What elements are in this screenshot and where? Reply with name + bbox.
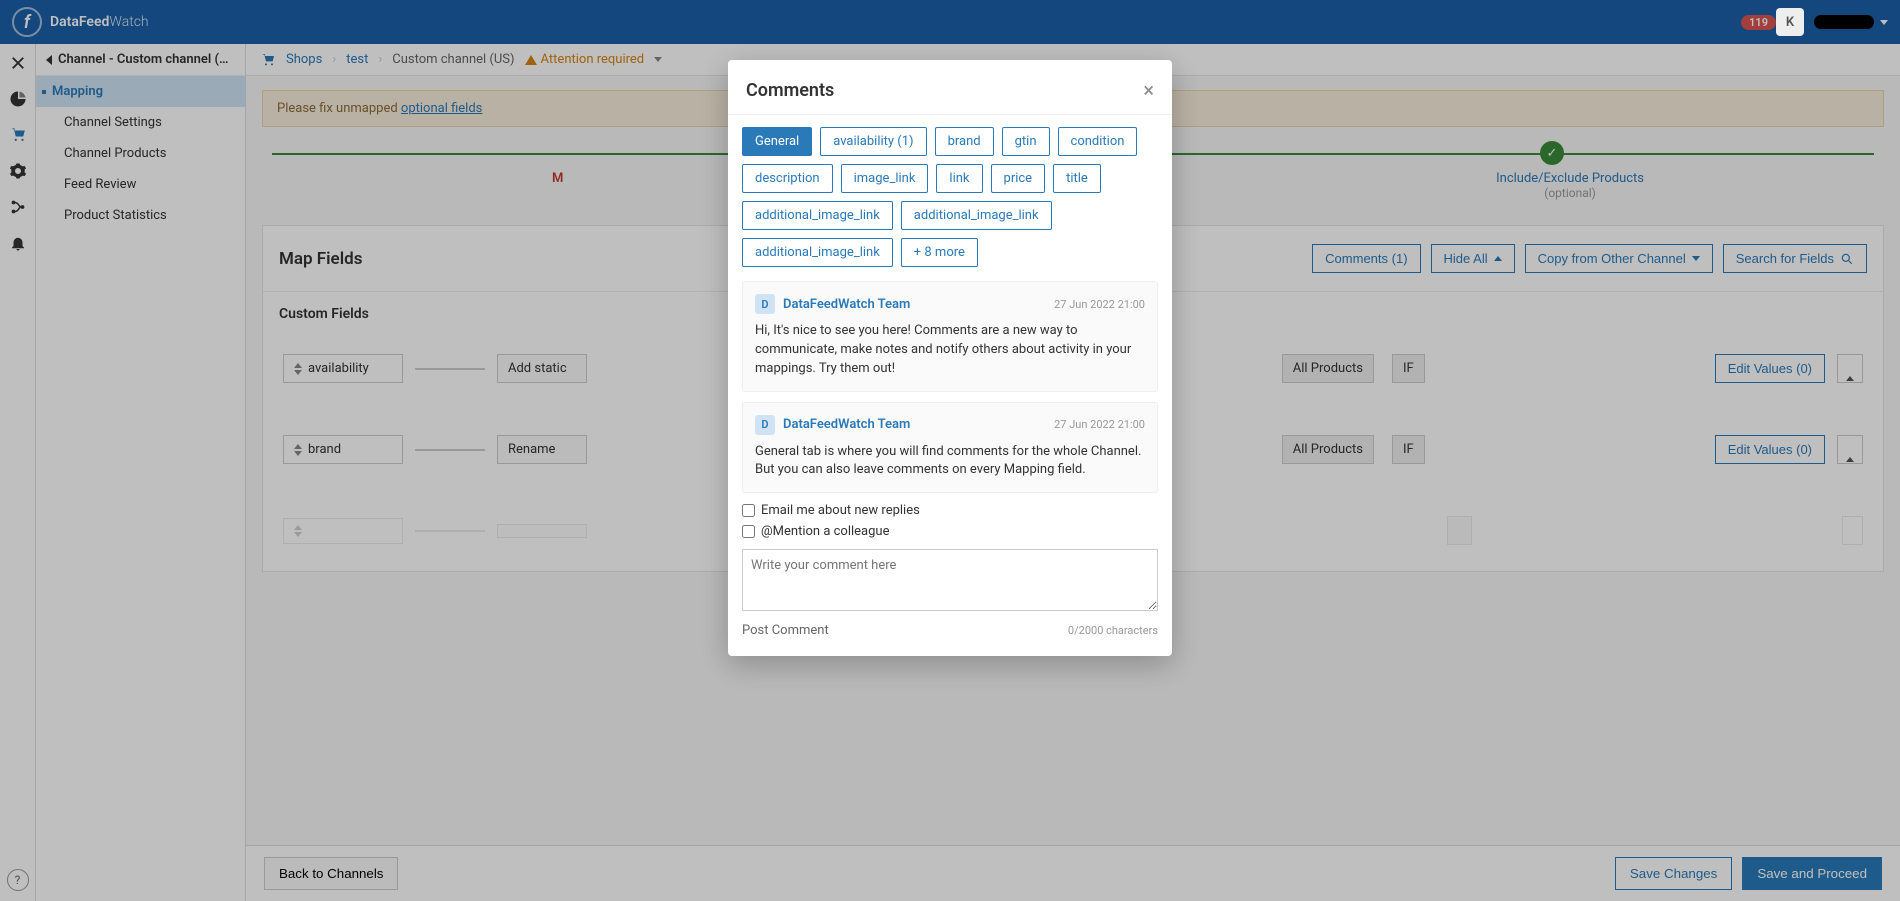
- comment-item: D DataFeedWatch Team 27 Jun 2022 21:00 H…: [742, 281, 1158, 392]
- chip-brand[interactable]: brand: [935, 127, 994, 156]
- modal-title: Comments: [746, 80, 834, 101]
- comment-text: General tab is where you will find comme…: [755, 443, 1145, 481]
- comment-timestamp: 27 Jun 2022 21:00: [1054, 298, 1145, 311]
- comment-avatar: D: [755, 294, 775, 314]
- comment-author[interactable]: DataFeedWatch Team: [783, 417, 910, 432]
- mention-colleague-checkbox[interactable]: @Mention a colleague: [742, 524, 1158, 539]
- comment-timestamp: 27 Jun 2022 21:00: [1054, 418, 1145, 431]
- chip-condition[interactable]: condition: [1058, 127, 1138, 156]
- chip-gtin[interactable]: gtin: [1002, 127, 1050, 156]
- avatar[interactable]: K: [1776, 8, 1804, 36]
- chip-link[interactable]: link: [936, 164, 982, 193]
- chip-additional-image-link[interactable]: additional_image_link: [742, 201, 893, 230]
- chip-additional-image-link[interactable]: additional_image_link: [742, 238, 893, 267]
- comment-input[interactable]: [742, 549, 1158, 611]
- chip-title[interactable]: title: [1053, 164, 1101, 193]
- comment-tabs: General availability (1) brand gtin cond…: [742, 127, 1158, 267]
- chip-general[interactable]: General: [742, 127, 812, 156]
- chip-image-link[interactable]: image_link: [841, 164, 929, 193]
- chip-availability[interactable]: availability (1): [820, 127, 926, 156]
- chip-price[interactable]: price: [991, 164, 1046, 193]
- char-count: 0/2000 characters: [1068, 624, 1158, 637]
- comment-author[interactable]: DataFeedWatch Team: [783, 297, 910, 312]
- comments-modal: Comments × General availability (1) bran…: [728, 60, 1172, 656]
- post-comment-button[interactable]: Post Comment: [742, 623, 829, 638]
- chip-description[interactable]: description: [742, 164, 833, 193]
- close-icon[interactable]: ×: [1143, 78, 1154, 102]
- chip-additional-image-link[interactable]: additional_image_link: [901, 201, 1052, 230]
- comment-text: Hi, It's nice to see you here! Comments …: [755, 322, 1145, 379]
- comment-avatar: D: [755, 415, 775, 435]
- modal-overlay[interactable]: Comments × General availability (1) bran…: [0, 0, 1900, 901]
- email-replies-checkbox[interactable]: Email me about new replies: [742, 503, 1158, 518]
- comment-item: D DataFeedWatch Team 27 Jun 2022 21:00 G…: [742, 402, 1158, 494]
- chip-more[interactable]: + 8 more: [901, 238, 978, 267]
